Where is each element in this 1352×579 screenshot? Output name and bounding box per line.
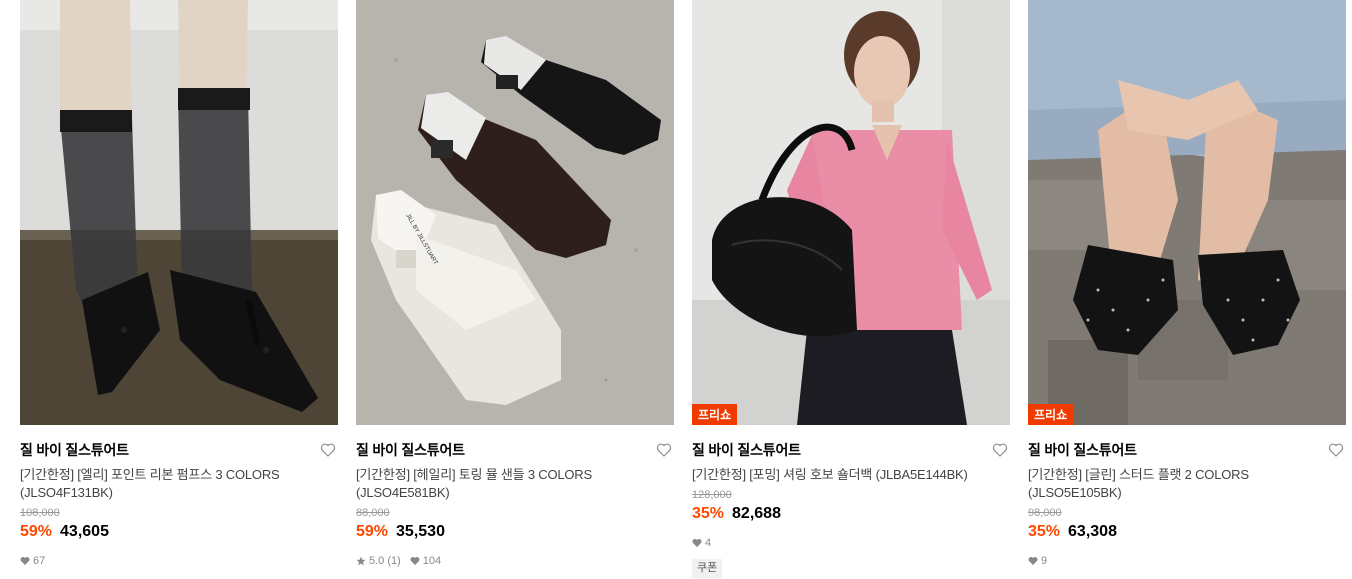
- preshow-badge: 프리쇼: [692, 404, 738, 425]
- likes-value: 67: [33, 555, 46, 567]
- discount-rate: 59%: [20, 523, 53, 540]
- product-card[interactable]: 프리쇼 질 바이 질스튜어트 [기간한정] [글린] 스터드 플랫 2 COLO…: [1028, 0, 1346, 567]
- product-meta: 4: [692, 537, 1010, 549]
- likes-count: 67: [20, 555, 45, 567]
- product-title[interactable]: [기간한정] [헤일리] 토링 뮬 샌들 3 COLORS (JLSO4E581…: [356, 466, 674, 502]
- product-title-line: (JLSO5E105BK): [1028, 485, 1122, 500]
- wishlist-heart-icon[interactable]: [1328, 442, 1344, 458]
- product-meta: 67: [20, 555, 338, 567]
- wishlist-heart-icon[interactable]: [992, 442, 1008, 458]
- product-title-line: [기간한정] [헤일리] 토링 뮬 샌들 3 COLORS: [356, 467, 592, 482]
- product-title-line: [기간한정] [엘리] 포인트 리본 펌프스 3 COLORS: [20, 467, 280, 482]
- rating-value: 5.0 (1): [369, 555, 401, 567]
- product-image[interactable]: 프리쇼: [692, 0, 1010, 425]
- wishlist-heart-icon[interactable]: [656, 442, 672, 458]
- brand-name[interactable]: 질 바이 질스튜어트: [692, 440, 801, 460]
- product-card[interactable]: 프리쇼 질 바이 질스튜어트 [기간한정] [포밍] 셔링 호보 숄더백 (JL…: [692, 0, 1010, 578]
- likes-count: 4: [692, 537, 711, 549]
- original-price: 88,000: [356, 507, 390, 519]
- product-photo-hobo-bag: [692, 0, 1010, 425]
- product-photo-sandals: JILL BY JILLSTUART: [356, 0, 674, 425]
- product-image[interactable]: [20, 0, 338, 425]
- product-card[interactable]: 질 바이 질스튜어트 [기간한정] [엘리] 포인트 리본 펌프스 3 COLO…: [20, 0, 338, 567]
- product-image[interactable]: 프리쇼: [1028, 0, 1346, 425]
- brand-name[interactable]: 질 바이 질스튜어트: [1028, 440, 1137, 460]
- product-image[interactable]: JILL BY JILLSTUART: [356, 0, 674, 425]
- likes-value: 104: [422, 555, 442, 567]
- product-title[interactable]: [기간한정] [글린] 스터드 플랫 2 COLORS (JLSO5E105BK…: [1028, 466, 1346, 502]
- product-photo-pumps: [20, 0, 338, 425]
- heart-filled-icon: [20, 557, 30, 565]
- sale-price: 63,308: [1068, 523, 1117, 540]
- original-price: 108,000: [20, 507, 60, 519]
- discount-rate: 59%: [356, 523, 389, 540]
- heart-filled-icon: [1028, 557, 1038, 565]
- sale-price: 82,688: [732, 505, 781, 522]
- likes-count: 9: [1028, 555, 1047, 567]
- discount-rate: 35%: [1028, 523, 1061, 540]
- product-title-line: (JLSO4F131BK): [20, 485, 113, 500]
- brand-name[interactable]: 질 바이 질스튜어트: [356, 440, 465, 460]
- product-grid: 질 바이 질스튜어트 [기간한정] [엘리] 포인트 리본 펌프스 3 COLO…: [0, 0, 1352, 579]
- likes-count: 104: [410, 555, 441, 567]
- brand-name[interactable]: 질 바이 질스튜어트: [20, 440, 129, 460]
- likes-value: 4: [705, 537, 712, 549]
- original-price: 128,000: [692, 489, 732, 501]
- rating: 5.0 (1): [356, 555, 401, 567]
- preshow-badge: 프리쇼: [1028, 404, 1074, 425]
- product-title[interactable]: [기간한정] [엘리] 포인트 리본 펌프스 3 COLORS (JLSO4F1…: [20, 466, 338, 502]
- discount-rate: 35%: [692, 505, 725, 522]
- sale-price: 43,605: [60, 523, 109, 540]
- star-icon: [356, 556, 366, 566]
- wishlist-heart-icon[interactable]: [320, 442, 336, 458]
- product-meta: 9: [1028, 555, 1346, 567]
- heart-filled-icon: [692, 539, 702, 547]
- product-card[interactable]: JILL BY JILLSTUART 질 바이 질스튜어트 [기간한정] [헤일…: [356, 0, 674, 567]
- product-title-line: [기간한정] [포밍] 셔링 호보 숄더백 (JLBA5E144BK): [692, 467, 968, 482]
- coupon-tag: 쿠폰: [692, 559, 723, 578]
- product-title-line: (JLSO4E581BK): [356, 485, 450, 500]
- product-meta: 5.0 (1) 104: [356, 555, 674, 567]
- heart-filled-icon: [410, 557, 420, 565]
- product-title[interactable]: [기간한정] [포밍] 셔링 호보 숄더백 (JLBA5E144BK): [692, 466, 1010, 484]
- product-title-line: [기간한정] [글린] 스터드 플랫 2 COLORS: [1028, 467, 1249, 482]
- product-photo-studded-flats: [1028, 0, 1346, 425]
- original-price: 98,000: [1028, 507, 1062, 519]
- likes-value: 9: [1041, 555, 1048, 567]
- sale-price: 35,530: [396, 523, 445, 540]
